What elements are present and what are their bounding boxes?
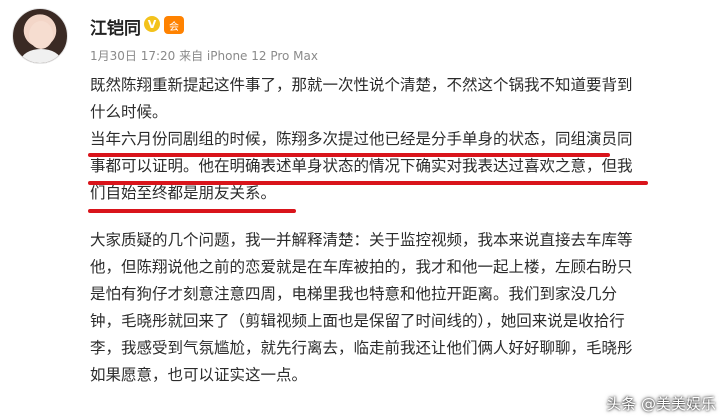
post-meta: 1月30日 17:20 来自 iPhone 12 Pro Max	[90, 49, 318, 63]
author-badges: V 会	[144, 16, 184, 34]
author-name[interactable]: 江铠同	[90, 14, 141, 39]
verified-icon: V	[144, 16, 160, 32]
avatar-face	[29, 21, 53, 49]
text-line: 钟，毛晓彤就回来了（剪辑视频上面也是保留了时间线的），她回来说是收拾行	[90, 312, 625, 330]
highlight-underline	[88, 153, 610, 157]
text-line: 当年六月份同剧组的时候，陈翔多次提过他已经是分手单身的状态，同组演员同	[90, 130, 633, 148]
member-icon-label: 会	[169, 21, 179, 33]
text-line: 他，但陈翔说他之前的恋爱就是在车库被拍的，我才和他一起上楼，左顾右盼只	[90, 258, 633, 276]
post-header: 江铠同 V 会 1月30日 17:20 来自 iPhone 12 Pro Max	[0, 0, 726, 76]
post-content: 既然陈翔重新提起这件事了，那就一次性说个清楚，不然这个锅我不知道要背到 什么时候…	[90, 72, 716, 389]
watermark-text: 头条 @美美娱乐	[606, 395, 716, 413]
highlight-underline	[88, 181, 648, 185]
text-line: 既然陈翔重新提起这件事了，那就一次性说个清楚，不然这个锅我不知道要背到	[90, 76, 633, 94]
member-icon: 会	[164, 16, 184, 34]
paragraph-2: 大家质疑的几个问题，我一并解释清楚：关于监控视频，我本来说直接去车库等 他，但陈…	[90, 227, 716, 389]
avatar-body	[21, 49, 61, 63]
avatar[interactable]	[12, 8, 68, 64]
text-line: 大家质疑的几个问题，我一并解释清楚：关于监控视频，我本来说直接去车库等	[90, 231, 633, 249]
text-line: 事都可以证明。他在明确表述单身状态的情况下确实对我表达过喜欢之意，但我	[90, 157, 633, 175]
highlight-underline	[88, 209, 296, 213]
text-line: 是怕有狗仔才刻意注意四周，电梯里我也特意和他拉开距离。我们到家没几分	[90, 285, 618, 303]
text-line: 如果愿意，也可以证实这一点。	[90, 366, 308, 384]
paragraph-1: 既然陈翔重新提起这件事了，那就一次性说个清楚，不然这个锅我不知道要背到 什么时候…	[90, 72, 716, 207]
text-line: 什么时候。	[90, 103, 168, 121]
text-line: 李，我感受到气氛尴尬，就先行离去，临走前我还让他们俩人好好聊聊，毛晓彤	[90, 339, 633, 357]
